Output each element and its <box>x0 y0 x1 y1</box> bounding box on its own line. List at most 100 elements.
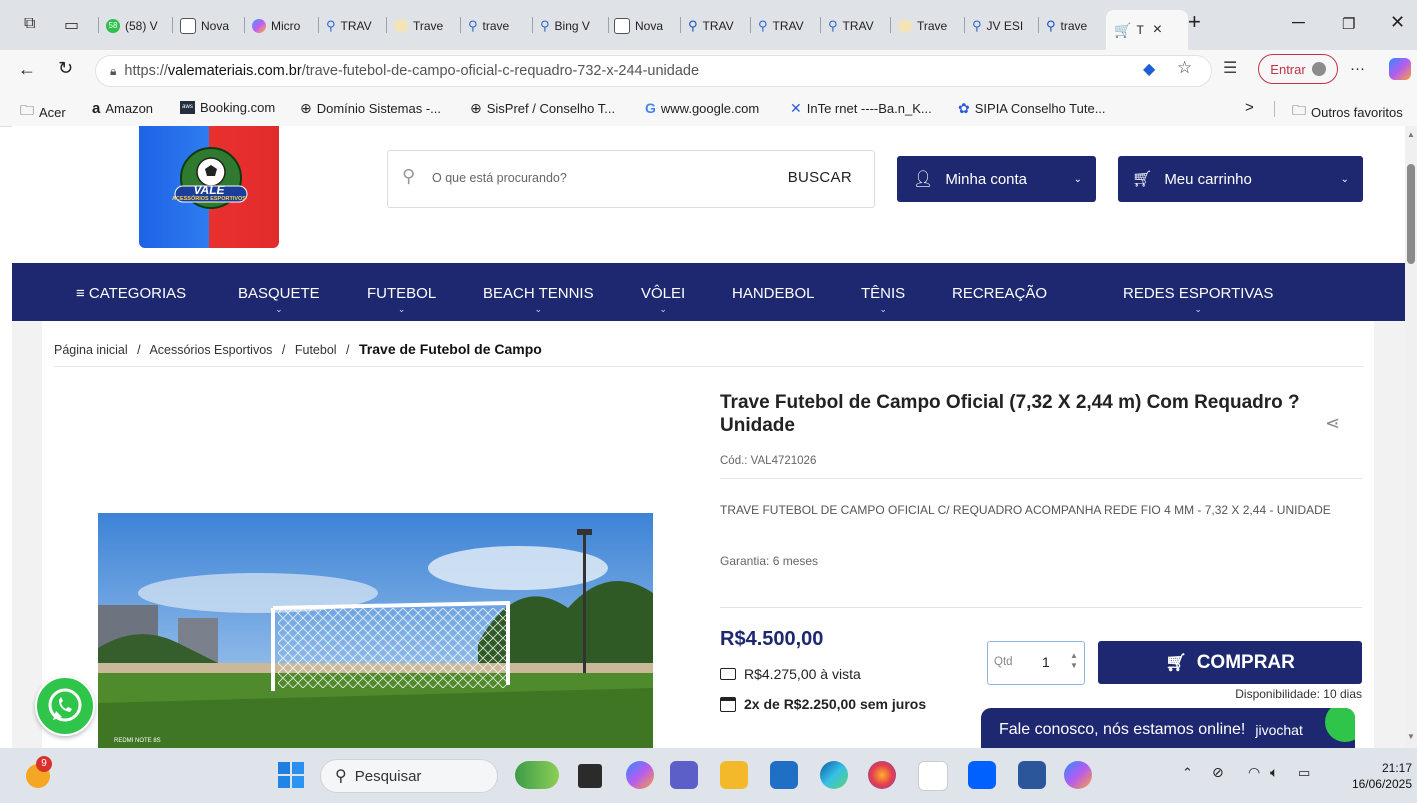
bookmark-google[interactable]: G www.google.com <box>645 100 759 116</box>
tag-extension-icon[interactable]: ◆ <box>1143 59 1155 79</box>
product-warranty: Garantia: 6 meses <box>720 554 819 568</box>
nav-handebol[interactable]: HANDEBOL <box>732 285 815 302</box>
battery-icon[interactable]: ▭ <box>1298 765 1310 781</box>
file-explorer-icon[interactable] <box>720 761 748 789</box>
search-favicon-icon: ⚲ <box>540 18 550 33</box>
bookmark-dominio[interactable]: ⊕ Domínio Sistemas -... <box>300 100 441 117</box>
tab-bing[interactable]: ⚲ Bing V <box>540 12 604 40</box>
minimize-icon[interactable]: ─ <box>1292 12 1305 33</box>
tab-nova-1[interactable]: Nova <box>180 12 240 40</box>
tab-active[interactable]: 🛒 T × <box>1106 10 1188 50</box>
scroll-down-icon[interactable]: ▼ <box>1407 732 1415 741</box>
teams-icon[interactable] <box>670 761 698 789</box>
tray-overflow-icon[interactable]: ⌃ <box>1182 765 1193 781</box>
firefox-icon[interactable] <box>868 761 896 789</box>
copilot-app-icon[interactable] <box>1064 761 1092 789</box>
favorites-list-icon[interactable]: ☰ <box>1223 58 1237 78</box>
tab-micro[interactable]: Micro <box>252 12 314 40</box>
volume-icon[interactable]: 🔈︎ <box>1270 764 1278 781</box>
store-icon[interactable] <box>770 761 798 789</box>
bookmark-internet[interactable]: ✕ InTe rnet ----Ba.n_K... <box>790 100 932 117</box>
tab-trav-3[interactable]: ⚲ TRAV <box>758 12 816 40</box>
quantity-stepper[interactable]: Qtd 1 ▲ ▼ <box>987 641 1085 685</box>
search-button[interactable]: BUSCAR <box>788 169 852 186</box>
bookmark-booking[interactable]: aws Booking.com <box>180 100 275 115</box>
tab-trave-1[interactable]: Trave <box>394 12 456 40</box>
bookmark-acer[interactable]: 🗀 Acer <box>20 100 66 124</box>
close-tab-icon[interactable]: × <box>1153 21 1162 39</box>
system-clock[interactable]: 21:17 16/06/2025 <box>1336 760 1412 792</box>
tab-trav-2[interactable]: ⚲ TRAV <box>688 12 746 40</box>
scrollbar-thumb[interactable] <box>1407 164 1415 264</box>
nav-futebol[interactable]: FUTEBOL ⌄ <box>367 285 436 314</box>
new-tab-button[interactable]: + <box>1188 9 1201 35</box>
wifi-icon[interactable]: ◠ <box>1248 764 1260 781</box>
nav-redes-esportivas[interactable]: REDES ESPORTIVAS ⌄ <box>1123 285 1273 314</box>
site-header: VALE ACESSÓRIOS ESPORTIVOS ⚲ O que está … <box>12 126 1405 263</box>
nav-basquete[interactable]: BASQUETE ⌄ <box>238 285 320 314</box>
stepper-arrows-icon[interactable]: ▲ ▼ <box>1070 651 1078 671</box>
share-icon[interactable]: ⋖ <box>1325 413 1340 434</box>
bookmark-sispref[interactable]: ⊕ SisPref / Conselho T... <box>470 100 615 117</box>
bookmarks-overflow-icon[interactable]: > <box>1245 99 1254 116</box>
more-menu-icon[interactable]: ··· <box>1350 60 1365 77</box>
breadcrumb-acessorios[interactable]: Acessórios Esportivos <box>149 343 272 357</box>
account-button[interactable]: 👤︎ Minha conta ⌄ <box>897 156 1096 202</box>
start-button[interactable] <box>278 762 304 788</box>
chevron-down-icon: ⌄ <box>275 304 283 314</box>
product-photo[interactable]: REDMI NOTE 8S <box>98 513 653 748</box>
sipia-icon: ✿ <box>958 100 970 116</box>
page-scrollbar[interactable]: ▲ ▼ <box>1405 126 1417 748</box>
tab-actions-icon[interactable]: ▭ <box>64 15 79 35</box>
dropbox-icon[interactable] <box>968 761 996 789</box>
tab-trave-2[interactable]: ⚲ trave <box>468 12 528 40</box>
cash-icon <box>720 668 736 680</box>
refresh-icon[interactable]: ↻ <box>58 58 73 79</box>
buy-button[interactable]: 🛒︎ COMPRAR <box>1098 641 1362 684</box>
tab-trav-1[interactable]: ⚲ TRAV <box>326 12 382 40</box>
copilot-taskbar-icon[interactable] <box>626 761 654 789</box>
chat-widget[interactable]: Fale conosco, nós estamos online! jivoch… <box>981 708 1355 752</box>
search-input[interactable]: O que está procurando? <box>432 171 567 185</box>
taskbar-search[interactable]: ⚲ Pesquisar <box>320 759 498 793</box>
amazon-app-icon[interactable] <box>918 761 948 791</box>
other-favorites[interactable]: 🗀 Outros favoritos <box>1292 100 1403 124</box>
workspaces-icon[interactable]: ⧉ <box>24 15 35 33</box>
signin-button[interactable]: Entrar <box>1258 54 1338 84</box>
breadcrumb-futebol[interactable]: Futebol <box>295 343 337 357</box>
edge-icon[interactable] <box>820 761 848 789</box>
sync-off-icon[interactable]: ⊘ <box>1212 764 1224 781</box>
bookmark-sipia[interactable]: ✿ SIPIA Conselho Tute... <box>958 100 1106 117</box>
logo-subtitle: ACESSÓRIOS ESPORTIVOS <box>172 196 246 202</box>
task-view-icon[interactable] <box>578 764 602 788</box>
back-icon[interactable]: ← <box>18 59 36 80</box>
nav-categorias[interactable]: ≡ CATEGORIAS <box>76 285 186 302</box>
weather-widget[interactable]: 9 <box>24 756 54 788</box>
tab-trave-4[interactable]: ⚲ trave <box>1046 12 1102 40</box>
copilot-icon[interactable] <box>1389 58 1411 80</box>
scroll-up-icon[interactable]: ▲ <box>1407 130 1415 139</box>
chevron-down-icon: ⌄ <box>1073 173 1082 185</box>
nav-tenis[interactable]: TÊNIS ⌄ <box>861 285 905 314</box>
qty-value[interactable]: 1 <box>1042 654 1050 670</box>
favorite-star-icon[interactable]: ☆ <box>1177 58 1192 78</box>
whatsapp-button[interactable] <box>35 676 95 736</box>
tab-jv-esi[interactable]: ⚲ JV ESI <box>972 12 1034 40</box>
tab-trave-3[interactable]: Trave <box>898 12 960 40</box>
tab-trav-4[interactable]: ⚲ TRAV <box>828 12 886 40</box>
turtle-widget-icon[interactable] <box>515 761 559 789</box>
tab-nova-2[interactable]: Nova <box>614 12 678 40</box>
url-field[interactable]: 🔒︎ https://valemateriais.com.br/trave-fu… <box>95 55 1212 87</box>
cart-button[interactable]: 🛒︎ Meu carrinho ⌄ <box>1118 156 1363 202</box>
nav-recreacao[interactable]: RECREAÇÃO <box>952 285 1047 302</box>
whatsapp-favicon-icon: 58 <box>106 19 120 33</box>
breadcrumb-home[interactable]: Página inicial <box>54 343 128 357</box>
word-icon[interactable] <box>1018 761 1046 789</box>
close-window-icon[interactable]: ✕ <box>1390 12 1405 33</box>
restore-icon[interactable]: ❐ <box>1342 15 1355 33</box>
bookmark-amazon[interactable]: a Amazon <box>92 100 153 117</box>
site-logo[interactable]: VALE ACESSÓRIOS ESPORTIVOS <box>139 126 279 248</box>
nav-volei[interactable]: VÔLEI ⌄ <box>641 285 685 314</box>
nav-beach-tennis[interactable]: BEACH TENNIS ⌄ <box>483 285 594 314</box>
tab-youtube[interactable]: 58 (58) V <box>106 12 168 40</box>
